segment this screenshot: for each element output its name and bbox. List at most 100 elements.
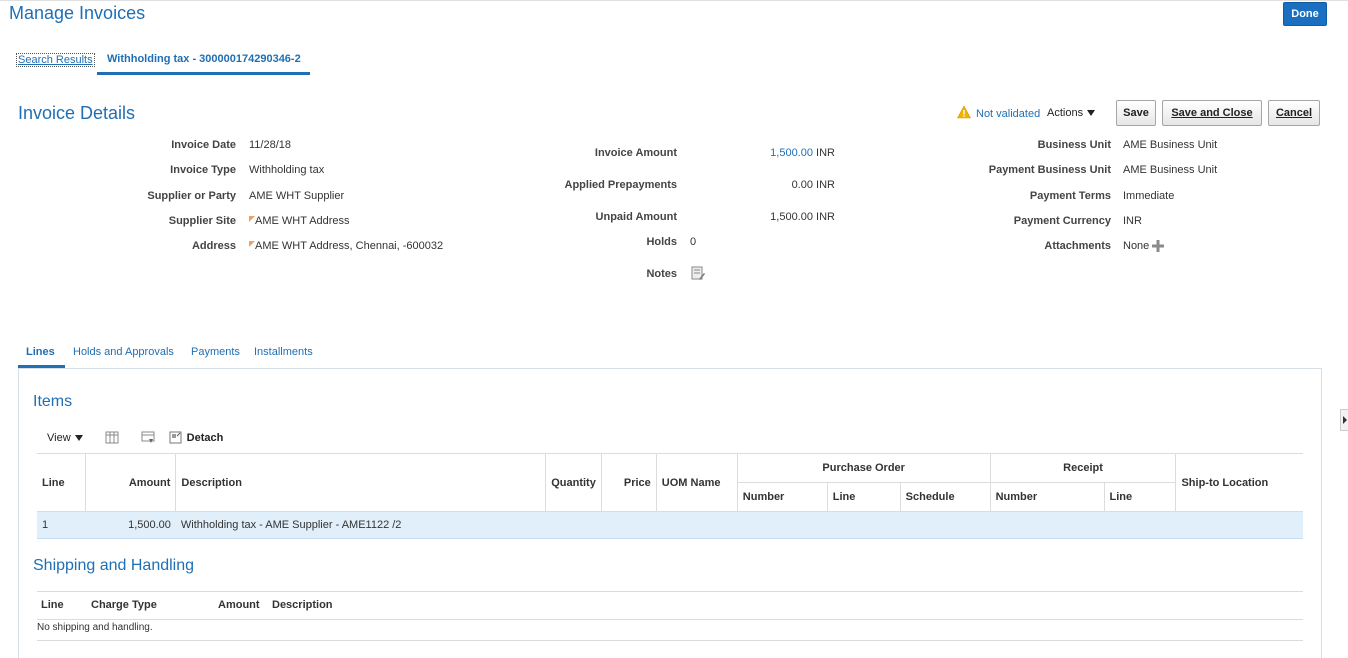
row-quantity <box>545 511 602 539</box>
holds-label: Holds <box>646 236 677 248</box>
add-attachment-icon[interactable] <box>1152 240 1164 252</box>
invoice-amount-value: 1,500.00 INR <box>700 147 835 159</box>
col-header-po-schedule: Schedule <box>899 482 991 512</box>
col-header-description: Description <box>175 453 547 512</box>
items-section-title: Items <box>33 393 73 410</box>
row-amount: 1,500.00 <box>85 511 176 539</box>
col-header-amount: Amount <box>85 453 177 512</box>
divider <box>37 619 1303 620</box>
unpaid-amount-value: 1,500.00 INR <box>700 211 835 223</box>
row-receipt-number <box>990 511 1105 539</box>
address-text: AME WHT Address, Chennai, -600032 <box>255 240 444 252</box>
col-header-line: Line <box>37 453 87 512</box>
attachments-label: Attachments <box>1044 240 1111 252</box>
payment-business-unit-label: Payment Business Unit <box>988 164 1111 176</box>
invoice-date-value: 11/28/18 <box>249 139 292 151</box>
shipping-section-title: Shipping and Handling <box>33 557 195 574</box>
divider <box>37 640 1303 641</box>
divider <box>37 591 1303 592</box>
chevron-right-icon <box>1343 416 1347 424</box>
row-uom <box>656 511 738 539</box>
panel-expand-handle[interactable] <box>1340 409 1348 431</box>
items-toolbar: View Detach <box>47 431 223 444</box>
search-results-link[interactable]: Search Results <box>16 53 95 67</box>
save-and-close-label: Save and Close <box>1171 107 1253 119</box>
detach-icon <box>169 431 182 444</box>
col-header-quantity: Quantity <box>545 453 602 512</box>
holds-value: 0 <box>690 236 697 248</box>
detach-label: Detach <box>186 431 224 444</box>
shipping-empty-message: No shipping and handling. <box>37 622 153 633</box>
col-header-receipt: Receipt <box>989 453 1177 483</box>
col-header-po-line: Line <box>826 482 901 512</box>
unpaid-amount: 1,500.00 <box>770 211 813 223</box>
payment-business-unit-value: AME Business Unit <box>1123 164 1218 176</box>
applied-prepayments-value: 0.00 INR <box>700 179 835 191</box>
row-line: 1 <box>37 511 86 539</box>
view-label: View <box>47 431 71 444</box>
tab-payments[interactable]: Payments <box>191 346 240 358</box>
supplier-site-text: AME WHT Address <box>255 215 350 227</box>
col-header-receipt-number: Number <box>989 482 1105 512</box>
done-button[interactable]: Done <box>1283 2 1327 26</box>
freeze-columns-icon[interactable] <box>105 431 119 444</box>
chevron-down-icon <box>1087 110 1096 116</box>
wrap-columns-icon[interactable] <box>141 431 155 444</box>
chevron-down-icon <box>74 434 83 441</box>
supplier-label: Supplier or Party <box>147 190 236 202</box>
invoice-amount-link[interactable]: 1,500.00 <box>770 147 813 159</box>
col-header-uom: UOM Name <box>655 453 738 512</box>
ship-col-line: Line <box>41 599 64 611</box>
cancel-label: Cancel <box>1275 107 1313 119</box>
tab-withholding-tax-invoice[interactable]: Withholding tax - 300000174290346-2 <box>107 53 301 65</box>
section-title: Invoice Details <box>18 103 136 123</box>
detach-button[interactable]: Detach <box>169 431 224 444</box>
invoice-date-label: Invoice Date <box>171 139 236 151</box>
tab-installments[interactable]: Installments <box>254 346 313 358</box>
invoice-type-value: Withholding tax <box>249 164 325 176</box>
cancel-button[interactable]: Cancel <box>1268 100 1320 126</box>
view-menu[interactable]: View <box>47 432 83 444</box>
tab-lines[interactable]: Lines <box>26 346 55 358</box>
top-border <box>0 0 1348 1</box>
business-unit-value: AME Business Unit <box>1123 139 1218 151</box>
attachments-value: None <box>1123 240 1150 252</box>
payment-terms-label: Payment Terms <box>1029 190 1111 202</box>
currency: INR <box>816 179 835 191</box>
business-unit-label: Business Unit <box>1037 139 1111 151</box>
tab-holds-and-approvals[interactable]: Holds and Approvals <box>73 346 174 358</box>
actions-label: Actions <box>1047 107 1084 119</box>
notes-icon[interactable] <box>691 266 705 281</box>
supplier-site-label: Supplier Site <box>168 215 236 227</box>
active-tab-indicator <box>97 72 310 75</box>
items-table: Line Amount Description Quantity Price U… <box>37 453 1303 539</box>
applied-prepayments-label: Applied Prepayments <box>564 179 677 191</box>
supplier-site-value: AME WHT Address <box>249 215 350 227</box>
validation-status-link[interactable]: Not validated <box>976 108 1040 120</box>
ship-col-description: Description <box>272 599 333 611</box>
payment-currency-value: INR <box>1123 215 1142 227</box>
payment-terms-value: Immediate <box>1123 190 1175 202</box>
col-header-ship-to-location: Ship-to Location <box>1175 453 1303 512</box>
address-value: AME WHT Address, Chennai, -600032 <box>249 240 443 252</box>
page-title: Manage Invoices <box>9 3 146 23</box>
col-header-purchase-order: Purchase Order <box>736 453 991 483</box>
address-label: Address <box>191 240 236 252</box>
row-ship-to <box>1175 511 1303 539</box>
save-button[interactable]: Save <box>1116 100 1156 126</box>
currency: INR <box>816 147 835 159</box>
table-row[interactable]: 1 1,500.00 Withholding tax - AME Supplie… <box>37 511 1303 539</box>
invoice-type-label: Invoice Type <box>170 164 236 176</box>
save-and-close-button[interactable]: Save and Close <box>1162 100 1262 126</box>
applied-prepayments-amount: 0.00 <box>791 179 813 191</box>
supplier-value: AME WHT Supplier <box>249 190 345 202</box>
row-description: Withholding tax - AME Supplier - AME1122… <box>175 511 546 539</box>
actions-menu[interactable]: Actions <box>1047 107 1096 119</box>
row-po-number <box>737 511 828 539</box>
currency: INR <box>816 211 835 223</box>
row-price <box>601 511 657 539</box>
row-po-schedule <box>900 511 991 539</box>
ship-col-charge-type: Charge Type <box>91 599 157 611</box>
invoice-amount-label: Invoice Amount <box>594 147 677 159</box>
ship-col-amount: Amount <box>218 599 260 611</box>
